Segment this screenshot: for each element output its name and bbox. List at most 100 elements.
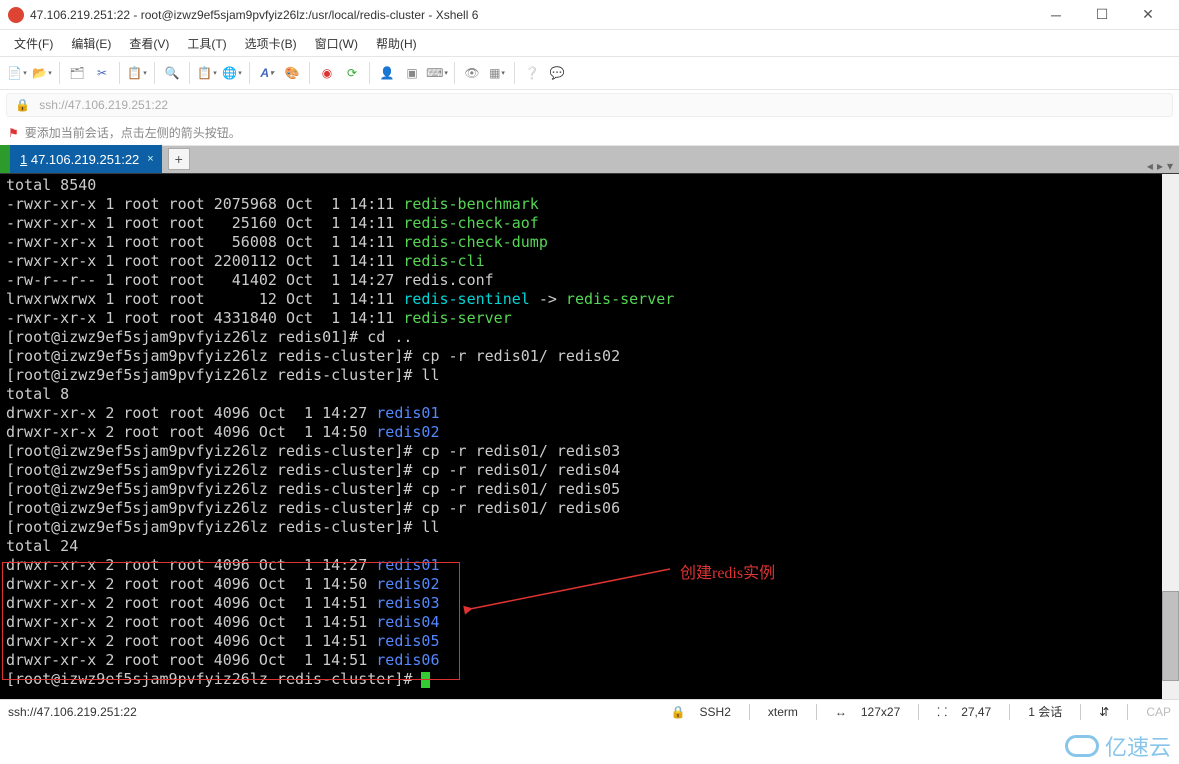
terminal[interactable]: total 8540 -rwxr-xr-x 1 root root 207596… bbox=[0, 174, 1179, 699]
status-sessions: 1 会话 bbox=[1028, 703, 1062, 720]
address-bar: 🔒 ssh://47.106.219.251:22 bbox=[0, 90, 1179, 120]
terminal-line: [root@izwz9ef5sjam9pvfyiz26lz redis01]# … bbox=[6, 328, 1173, 347]
cloud-icon bbox=[1065, 735, 1099, 757]
menu-edit[interactable]: 编辑(E) bbox=[63, 32, 119, 55]
annotation-box bbox=[2, 562, 460, 680]
record-icon[interactable]: ◉ bbox=[316, 62, 338, 84]
menu-file[interactable]: 文件(F) bbox=[6, 32, 61, 55]
menu-window[interactable]: 窗口(W) bbox=[307, 32, 366, 55]
font-icon[interactable]: A bbox=[256, 62, 278, 84]
separator bbox=[154, 62, 155, 84]
maximize-button[interactable]: ☐ bbox=[1079, 0, 1125, 30]
separator bbox=[816, 704, 817, 720]
terminal-line: -rwxr-xr-x 1 root root 2200112 Oct 1 14:… bbox=[6, 252, 1173, 271]
annotation-arrow bbox=[460, 564, 680, 624]
new-icon[interactable]: 📄 bbox=[6, 62, 28, 84]
session-tab[interactable]: 1 47.106.219.251:22 × bbox=[10, 145, 162, 173]
active-indicator bbox=[0, 145, 10, 173]
separator bbox=[514, 62, 515, 84]
refresh-icon[interactable]: ⟳ bbox=[341, 62, 363, 84]
terminal-line: [root@izwz9ef5sjam9pvfyiz26lz redis-clus… bbox=[6, 518, 1173, 537]
toolbar: 📄 📂 🗂 ✂ 📋 🔍 📋 🌐 A 🎨 ◉ ⟳ 👤 ▣ ⌨ 👁 ▦ ❔ 💬 bbox=[0, 56, 1179, 90]
terminal-line: [root@izwz9ef5sjam9pvfyiz26lz redis-clus… bbox=[6, 366, 1173, 385]
separator bbox=[454, 62, 455, 84]
terminal-line: -rwxr-xr-x 1 root root 2075968 Oct 1 14:… bbox=[6, 195, 1173, 214]
hint-text: 要添加当前会话，点击左侧的箭头按钮。 bbox=[25, 124, 241, 141]
status-pos: 27,47 bbox=[961, 705, 991, 719]
status-size: 127x27 bbox=[861, 705, 900, 719]
separator bbox=[918, 704, 919, 720]
minimize-button[interactable]: ─ bbox=[1033, 0, 1079, 30]
terminal-line: [root@izwz9ef5sjam9pvfyiz26lz redis-clus… bbox=[6, 442, 1173, 461]
separator bbox=[309, 62, 310, 84]
scrollbar-thumb[interactable] bbox=[1162, 591, 1179, 681]
app-icon bbox=[8, 7, 24, 23]
terminal-line: drwxr-xr-x 2 root root 4096 Oct 1 14:27 … bbox=[6, 404, 1173, 423]
grid-icon[interactable]: ▦ bbox=[486, 62, 508, 84]
status-ssh: SSH2 bbox=[700, 705, 731, 719]
title-bar: 47.106.219.251:22 - root@izwz9ef5sjam9pv… bbox=[0, 0, 1179, 30]
menu-tabs[interactable]: 选项卡(B) bbox=[237, 32, 305, 55]
close-button[interactable]: ✕ bbox=[1125, 0, 1171, 30]
code-icon[interactable]: ⌨ bbox=[426, 62, 448, 84]
terminal-line: total 8540 bbox=[6, 176, 1173, 195]
watermark: 亿速云 bbox=[1065, 730, 1171, 762]
separator bbox=[1080, 704, 1081, 720]
terminal-line: [root@izwz9ef5sjam9pvfyiz26lz redis-clus… bbox=[6, 499, 1173, 518]
tab-close-icon[interactable]: × bbox=[147, 153, 153, 165]
separator bbox=[249, 62, 250, 84]
separator bbox=[1009, 704, 1010, 720]
add-tab-button[interactable]: + bbox=[168, 148, 190, 170]
paste-icon[interactable]: 📋 bbox=[196, 62, 218, 84]
tab-label: 47.106.219.251:22 bbox=[27, 152, 139, 167]
window-controls: ─ ☐ ✕ bbox=[1033, 0, 1171, 30]
terminal-line: [root@izwz9ef5sjam9pvfyiz26lz redis-clus… bbox=[6, 461, 1173, 480]
tab-bar: 1 47.106.219.251:22 × + ◂ ▸ ▾ bbox=[0, 146, 1179, 174]
terminal-line: total 24 bbox=[6, 537, 1173, 556]
address-input[interactable]: 🔒 ssh://47.106.219.251:22 bbox=[6, 93, 1173, 117]
tab-menu-icon[interactable]: ▾ bbox=[1167, 159, 1173, 173]
tab-nav: ◂ ▸ ▾ bbox=[1147, 159, 1179, 173]
status-lock-icon: 🔒 bbox=[671, 705, 686, 719]
menu-tools[interactable]: 工具(T) bbox=[179, 32, 234, 55]
tab-next-icon[interactable]: ▸ bbox=[1157, 159, 1163, 173]
eye-icon[interactable]: 👁 bbox=[461, 62, 483, 84]
flag-icon: ⚑ bbox=[8, 126, 19, 140]
terminal-line: [root@izwz9ef5sjam9pvfyiz26lz redis-clus… bbox=[6, 347, 1173, 366]
separator bbox=[369, 62, 370, 84]
terminal-line: drwxr-xr-x 2 root root 4096 Oct 1 14:50 … bbox=[6, 423, 1173, 442]
tree-icon[interactable]: 🗂 bbox=[66, 62, 88, 84]
terminal-line: -rw-r--r-- 1 root root 41402 Oct 1 14:27… bbox=[6, 271, 1173, 290]
lock-icon: 🔒 bbox=[15, 98, 30, 112]
status-pos-icon: ⸬ bbox=[937, 703, 947, 720]
menu-help[interactable]: 帮助(H) bbox=[368, 32, 425, 55]
person-icon[interactable]: 👤 bbox=[376, 62, 398, 84]
separator bbox=[749, 704, 750, 720]
terminal-line: total 8 bbox=[6, 385, 1173, 404]
hint-bar: ⚑ 要添加当前会话，点击左侧的箭头按钮。 bbox=[0, 120, 1179, 146]
status-cap: CAP bbox=[1146, 705, 1171, 719]
annotation-label: 创建redis实例 bbox=[680, 564, 775, 583]
terminal-line: lrwxrwxrwx 1 root root 12 Oct 1 14:11 re… bbox=[6, 290, 1173, 309]
chat-icon[interactable]: 💬 bbox=[546, 62, 568, 84]
terminal-line: -rwxr-xr-x 1 root root 56008 Oct 1 14:11… bbox=[6, 233, 1173, 252]
menu-view[interactable]: 查看(V) bbox=[121, 32, 177, 55]
status-bar: ssh://47.106.219.251:22 🔒 SSH2 xterm ↔ 1… bbox=[0, 699, 1179, 723]
status-size-icon: ↔ bbox=[835, 705, 847, 719]
search-icon[interactable]: 🔍 bbox=[161, 62, 183, 84]
cut-icon[interactable]: ✂ bbox=[91, 62, 113, 84]
open-icon[interactable]: 📂 bbox=[31, 62, 53, 84]
palette-icon[interactable]: 🎨 bbox=[281, 62, 303, 84]
watermark-text: 亿速云 bbox=[1105, 730, 1171, 762]
help-icon[interactable]: ❔ bbox=[521, 62, 543, 84]
status-term: xterm bbox=[768, 705, 798, 719]
window-title: 47.106.219.251:22 - root@izwz9ef5sjam9pv… bbox=[30, 8, 1033, 22]
status-net-icon: ⇵ bbox=[1099, 705, 1109, 719]
terminal-icon[interactable]: ▣ bbox=[401, 62, 423, 84]
globe-icon[interactable]: 🌐 bbox=[221, 62, 243, 84]
terminal-line: [root@izwz9ef5sjam9pvfyiz26lz redis-clus… bbox=[6, 480, 1173, 499]
menu-bar: 文件(F) 编辑(E) 查看(V) 工具(T) 选项卡(B) 窗口(W) 帮助(… bbox=[0, 30, 1179, 56]
tab-prev-icon[interactable]: ◂ bbox=[1147, 159, 1153, 173]
separator bbox=[189, 62, 190, 84]
copy-icon[interactable]: 📋 bbox=[126, 62, 148, 84]
